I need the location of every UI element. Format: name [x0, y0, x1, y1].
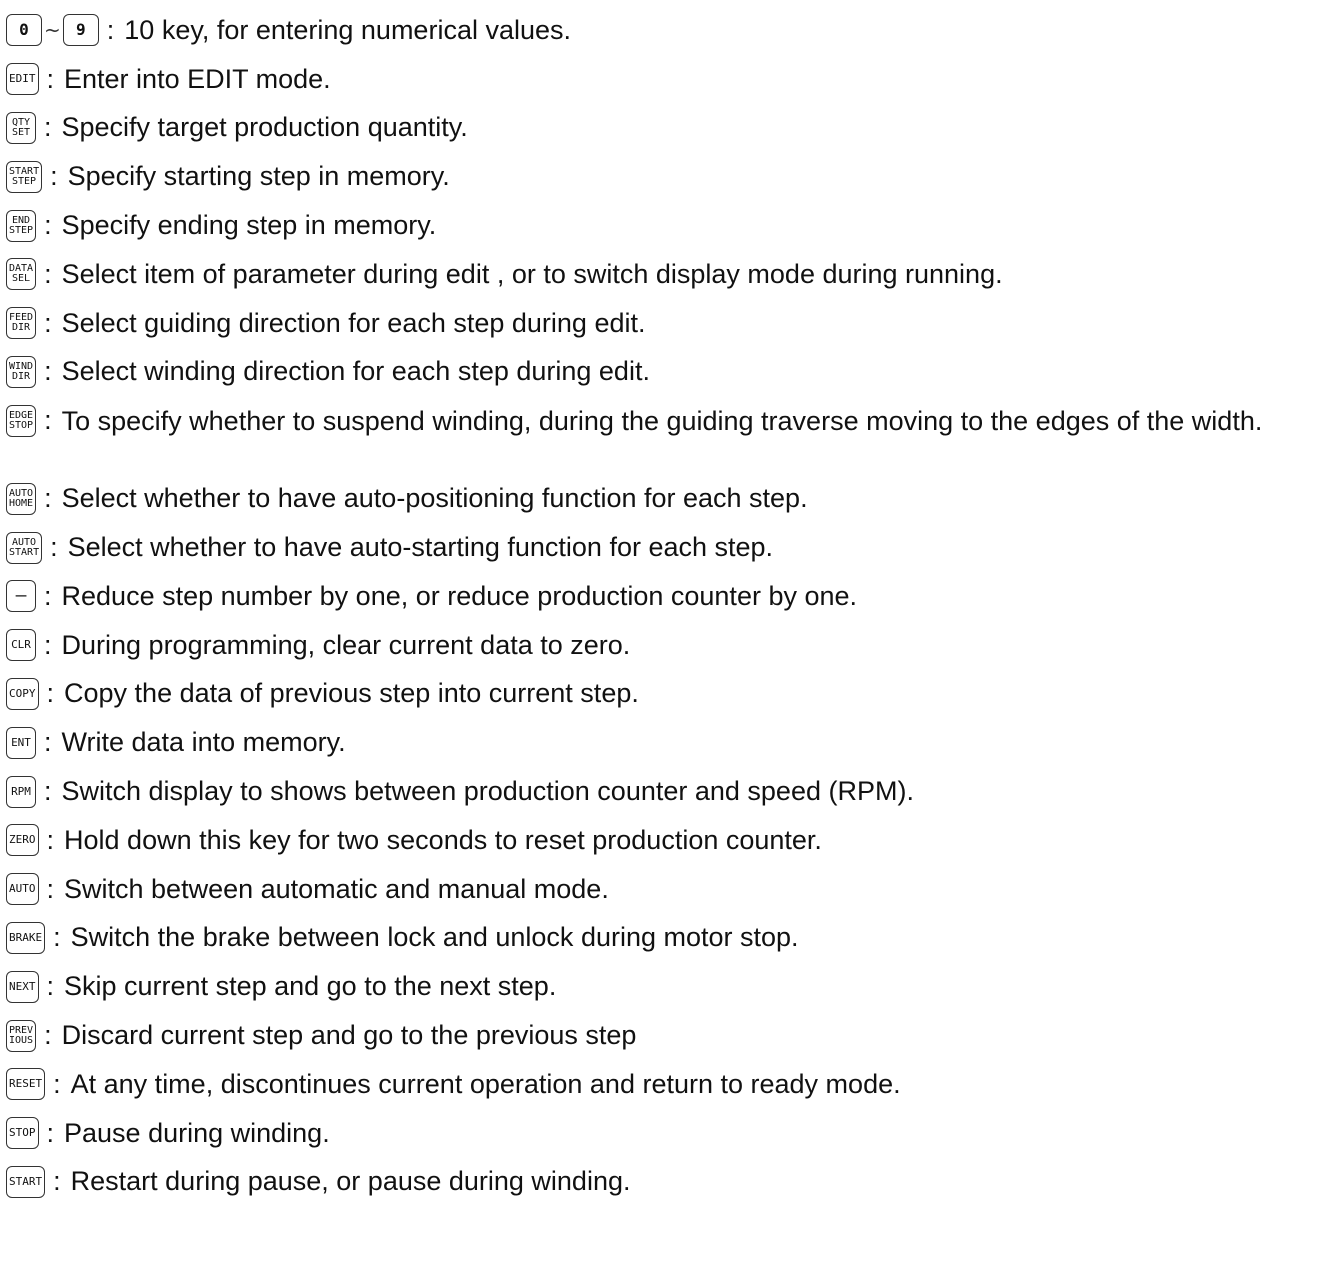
start-step-key-icon: START STEP [6, 160, 43, 193]
key-description: Reduce step number by one, or reduce pro… [61, 580, 858, 611]
separator-colon: : [44, 776, 52, 807]
minus-key-icon: — [6, 580, 36, 613]
key-row-auto: AUTO : Switch between automatic and manu… [6, 865, 1326, 914]
key-0-icon: 0 [6, 14, 42, 47]
separator-colon: : [50, 161, 58, 192]
start-key-icon: START [6, 1165, 46, 1198]
key-function-list: 0 ~ 9 : 10 key, for entering numerical v… [6, 6, 1326, 1206]
separator-colon: : [44, 580, 52, 611]
separator-colon: : [44, 307, 52, 338]
key-row-copy: COPY : Copy the data of previous step in… [6, 670, 1326, 719]
key-description: Specify target production quantity. [61, 112, 468, 143]
previous-key-icon: PREV IOUS [6, 1019, 37, 1052]
separator-colon: : [44, 258, 52, 289]
auto-start-key-icon: AUTO START [6, 531, 43, 564]
key-description: Select item of parameter during edit , o… [61, 258, 1003, 289]
key-description: Specify ending step in memory. [61, 210, 437, 241]
separator-colon: : [53, 1068, 61, 1099]
reset-key-icon: RESET [6, 1068, 46, 1101]
key-description: Select winding direction for each step d… [61, 356, 650, 387]
key-row-edit: EDIT : Enter into EDIT mode. [6, 55, 1326, 104]
separator-colon: : [46, 971, 55, 1002]
key-row-auto-start: AUTO START : Select whether to have auto-… [6, 523, 1326, 572]
key-description: During programming, clear current data t… [61, 629, 631, 660]
key-row-qty-set: QTY SET : Specify target production quant… [6, 104, 1326, 153]
separator-colon: : [44, 405, 52, 436]
key-description: Specify starting step in memory. [67, 161, 450, 192]
key-row-next: NEXT : Skip current step and go to the n… [6, 962, 1326, 1011]
key-row-auto-home: AUTO HOME : Select whether to have auto-p… [6, 474, 1326, 523]
separator-colon: : [44, 727, 52, 758]
separator-colon: : [44, 629, 52, 660]
separator-colon: : [44, 356, 52, 387]
separator-colon: : [53, 922, 61, 953]
separator-colon: : [44, 112, 52, 143]
key-description: Copy the data of previous step into curr… [64, 678, 639, 709]
separator-colon: : [50, 532, 58, 563]
key-description: Switch between automatic and manual mode… [64, 873, 609, 904]
key-row-reset: RESET : At any time, discontinues curren… [6, 1060, 1326, 1109]
next-key-icon: NEXT [6, 970, 39, 1003]
ent-key-icon: ENT [6, 726, 36, 759]
key-description: Select whether to have auto-positioning … [61, 483, 808, 514]
key-description: At any time, discontinues current operat… [70, 1068, 901, 1099]
key-description: Switch display to shows between producti… [61, 776, 914, 807]
key-row-rpm: RPM : Switch display to shows between pr… [6, 767, 1326, 816]
feed-dir-key-icon: FEED DIR [6, 307, 37, 340]
separator-colon: : [44, 1020, 52, 1051]
separator-colon: : [46, 678, 55, 709]
key-description: Enter into EDIT mode. [64, 63, 331, 94]
stop-key-icon: STOP [6, 1117, 39, 1150]
key-description: Hold down this key for two seconds to re… [64, 824, 822, 855]
auto-key-icon: AUTO [6, 873, 39, 906]
key-description: To specify whether to suspend winding, d… [61, 406, 1263, 437]
key-row-clr: CLR : During programming, clear current … [6, 621, 1326, 670]
key-description: Select guiding direction for each step d… [61, 307, 646, 338]
key-row-data-sel: DATA SEL : Select item of parameter durin… [6, 250, 1326, 299]
key-row-wind-dir: WIND DIR : Select winding direction for e… [6, 348, 1326, 397]
key-row-previous: PREV IOUS : Discard current step and go t… [6, 1011, 1326, 1060]
copy-key-icon: COPY [6, 677, 39, 710]
data-sel-key-icon: DATA SEL [6, 258, 37, 291]
range-tilde: ~ [44, 18, 61, 43]
key-row-stop: STOP : Pause during winding. [6, 1109, 1326, 1158]
separator-colon: : [46, 824, 55, 855]
qty-set-key-icon: QTY SET [6, 111, 36, 144]
wind-dir-key-icon: WIND DIR [6, 355, 37, 388]
key-9-icon: 9 [62, 14, 99, 47]
separator-colon: : [46, 873, 55, 904]
key-row-minus: — : Reduce step number by one, or reduce… [6, 572, 1326, 621]
zero-key-icon: ZERO [6, 824, 39, 857]
key-description: Write data into memory. [61, 727, 346, 758]
key-description: Restart during pause, or pause during wi… [70, 1166, 631, 1197]
edit-key-icon: EDIT [6, 63, 39, 96]
key-row-start-step: START STEP : Specify starting step in mem… [6, 152, 1326, 201]
key-description: Switch the brake between lock and unlock… [70, 922, 799, 953]
rpm-key-icon: RPM [6, 775, 36, 808]
key-description: 10 key, for entering numerical values. [124, 14, 572, 45]
key-row-end-step: END STEP : Specify ending step in memory. [6, 201, 1326, 250]
auto-home-key-icon: AUTO HOME [6, 482, 37, 515]
edge-stop-key-icon: EDGE STOP [6, 405, 37, 438]
end-step-key-icon: END STEP [6, 209, 37, 242]
key-description: Skip current step and go to the next ste… [64, 971, 557, 1002]
key-row-digits: 0 ~ 9 : 10 key, for entering numerical v… [6, 6, 1326, 55]
separator-colon: : [44, 483, 52, 514]
key-description: Select whether to have auto-starting fun… [67, 532, 774, 563]
separator-colon: : [53, 1166, 61, 1197]
key-row-start: START : Restart during pause, or pause d… [6, 1158, 1326, 1207]
key-row-edge-stop: EDGE STOP : To specify whether to suspend… [6, 396, 1326, 474]
key-description: Pause during winding. [64, 1117, 330, 1148]
separator-colon: : [46, 1117, 55, 1148]
separator-colon: : [46, 63, 55, 94]
separator-colon: : [106, 14, 115, 45]
key-description: Discard current step and go to the previ… [61, 1020, 637, 1051]
key-row-feed-dir: FEED DIR : Select guiding direction for e… [6, 299, 1326, 348]
key-row-ent: ENT : Write data into memory. [6, 718, 1326, 767]
brake-key-icon: BRAKE [6, 921, 46, 954]
clr-key-icon: CLR [6, 629, 36, 662]
separator-colon: : [44, 210, 52, 241]
key-row-zero: ZERO : Hold down this key for two second… [6, 816, 1326, 865]
key-row-brake: BRAKE : Switch the brake between lock an… [6, 914, 1326, 963]
